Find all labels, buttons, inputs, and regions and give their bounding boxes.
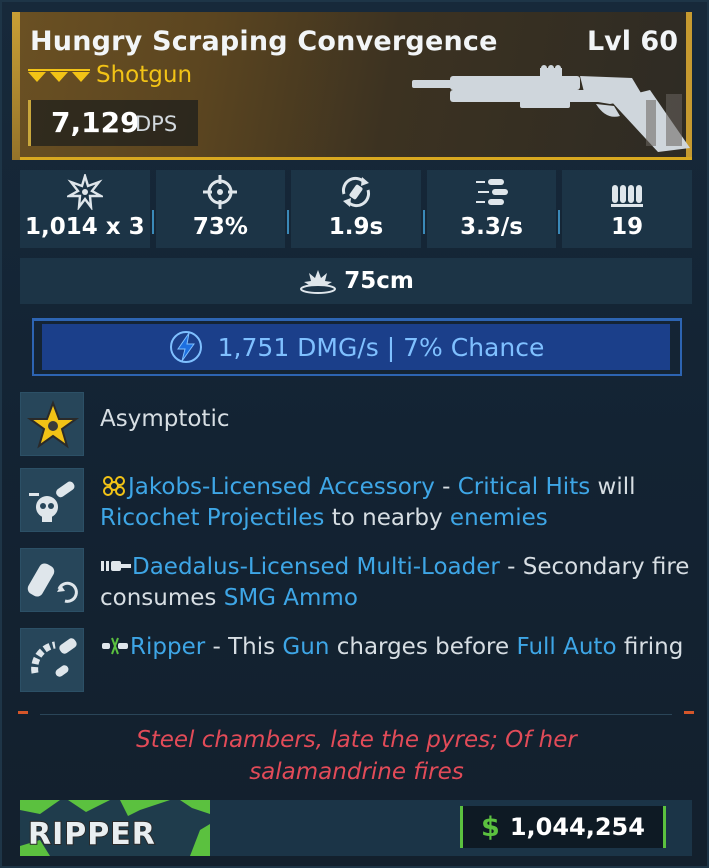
perk-description: Jakobs-Licensed Accessory - Critical Hit… — [100, 472, 690, 534]
element-text: 1,751 DMG/s | 7% Chance — [217, 332, 545, 362]
perk-title: Asymptotic — [100, 406, 230, 432]
perk-link[interactable]: Ripper — [130, 634, 205, 660]
loader-cycle-icon — [27, 563, 78, 603]
stat-divider — [287, 210, 290, 234]
perk-link[interactable]: Gun — [282, 634, 329, 660]
weapon-card: Hungry Scraping Convergence Lvl 60 Shotg… — [0, 0, 709, 868]
weapon-header: Hungry Scraping Convergence Lvl 60 Shotg… — [20, 12, 692, 160]
perk-description: Ripper - This Gun charges before Full Au… — [100, 632, 690, 663]
splash-radius-row: 75cm — [20, 258, 692, 304]
magazine-icon — [611, 185, 644, 207]
charge-arc-icon — [31, 638, 77, 677]
stat-value: 73% — [192, 214, 248, 240]
skull-bullet-icon — [29, 481, 75, 522]
fire-rate-icon — [475, 179, 508, 205]
weapon-level: Lvl 60 — [586, 26, 678, 57]
stat-divider — [151, 210, 154, 234]
card-footer: RIPPER $ 1,044,254 — [20, 800, 692, 856]
perk-link[interactable]: Jakobs-Licensed Accessory — [128, 474, 435, 500]
daedalus-loader-icon — [101, 561, 131, 571]
stat-divider — [422, 210, 425, 234]
splash-radius-value: 75cm — [344, 268, 414, 294]
perk-icon-box — [20, 468, 84, 532]
stat-reload: 1.9s — [291, 170, 425, 248]
dps-box: 7,129 DPS — [28, 100, 198, 146]
stat-value: 1,014 x 3 — [24, 214, 145, 240]
stat-value: 3.3/s — [460, 214, 523, 240]
perk-icon-box — [20, 392, 84, 456]
ripper-logo: RIPPER — [20, 800, 210, 856]
perk-link[interactable]: Full Auto — [516, 634, 616, 660]
currency-icon: $ — [481, 811, 500, 843]
stat-magazine: 19 — [562, 170, 692, 248]
weapon-name: Hungry Scraping Convergence — [30, 26, 498, 57]
stat-fire-rate: 3.3/s — [426, 170, 561, 248]
shock-bolt-icon — [169, 331, 202, 363]
flavor-text: Steel chambers, late the pyres; Of her s… — [2, 724, 709, 788]
perk-link[interactable]: Ricochet Projectiles — [100, 505, 324, 531]
perk-text: firing — [616, 634, 684, 660]
perk-link[interactable]: Critical Hits — [458, 474, 590, 500]
perk-icon-box — [20, 628, 84, 692]
splash-radius-icon — [300, 270, 337, 294]
divider-tick-right — [684, 711, 694, 714]
price-value: 1,044,254 — [509, 813, 645, 841]
damage-burst-icon — [66, 174, 103, 210]
reload-icon — [341, 176, 370, 208]
weapon-type: Shotgun — [96, 62, 193, 88]
header-left-bracket — [12, 12, 20, 160]
jakobs-flower-icon — [103, 476, 125, 496]
stat-divider — [558, 210, 561, 234]
perk-text: charges before — [329, 634, 517, 660]
rarity-chevrons-icon — [28, 69, 90, 82]
perk-text: will — [590, 474, 636, 500]
perk-text: to nearby — [324, 505, 450, 531]
perk-link[interactable]: enemies — [450, 505, 548, 531]
stats-row: 1,014 x 3 73% 1.9s 3.3/s 19 — [20, 170, 692, 248]
perk-link[interactable]: SMG Ammo — [224, 585, 358, 611]
stat-damage: 1,014 x 3 — [20, 170, 154, 248]
perk-icon-box — [20, 548, 84, 612]
divider-tick-left — [18, 711, 28, 714]
shotgun-icon — [412, 65, 690, 152]
accuracy-crosshair-icon — [203, 175, 238, 209]
element-bar: 1,751 DMG/s | 7% Chance — [42, 324, 670, 370]
dps-unit: DPS — [135, 112, 178, 136]
perk-text: - — [434, 474, 458, 500]
perk-link[interactable]: Daedalus-Licensed Multi-Loader — [132, 554, 500, 580]
svg-text:RIPPER: RIPPER — [28, 817, 156, 852]
ripper-mini-icon — [102, 637, 128, 655]
star-badge-icon — [26, 400, 80, 449]
price-box: $ 1,044,254 — [460, 806, 666, 848]
dps-value: 7,129 — [51, 106, 140, 139]
stat-value: 1.9s — [328, 214, 384, 240]
perk-description: Daedalus-Licensed Multi-Loader - Seconda… — [100, 552, 690, 614]
stat-accuracy: 73% — [155, 170, 290, 248]
flavor-line-1: Steel chambers, late the pyres; Of her — [136, 727, 577, 753]
stat-value: 19 — [611, 214, 644, 240]
flavor-line-2: salamandrine fires — [249, 759, 464, 785]
perk-text: - This — [205, 634, 283, 660]
flavor-divider — [40, 714, 672, 715]
